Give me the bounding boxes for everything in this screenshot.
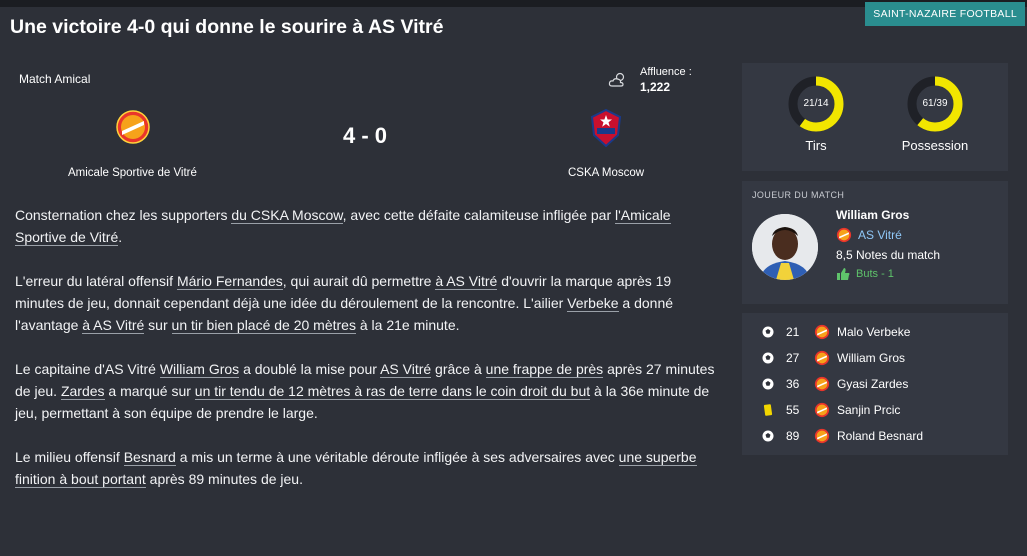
report-text: a doublé la mise pour xyxy=(239,361,381,377)
event-player[interactable]: William Gros xyxy=(837,351,905,365)
club-crest-icon xyxy=(814,428,830,444)
attendance-label: Affluence : xyxy=(640,66,692,78)
report-text: , qui aurait dû permettre xyxy=(282,273,436,289)
report-text: grâce à xyxy=(431,361,486,377)
away-team-crest-icon[interactable] xyxy=(590,109,622,147)
match-report: Consternation chez les supporters du CSK… xyxy=(15,204,715,512)
home-team-crest-icon[interactable] xyxy=(115,109,151,145)
motm-goals: Buts - 1 xyxy=(836,267,894,281)
man-of-the-match-panel[interactable]: JOUEUR DU MATCH William Gros AS Vitré 8,… xyxy=(742,181,1008,304)
source-badge[interactable]: SAINT-NAZAIRE FOOTBALL xyxy=(865,2,1025,26)
article-headline: Une victoire 4-0 qui donne le sourire à … xyxy=(10,16,444,38)
event-row[interactable]: 21 Malo Verbeke xyxy=(742,320,1008,346)
shots-label: Tirs xyxy=(805,138,827,153)
report-link[interactable]: un tir tendu de 12 mètres à ras de terre… xyxy=(194,383,591,400)
event-row[interactable]: 36 Gyasi Zardes xyxy=(742,372,1008,398)
report-link[interactable]: Zardes xyxy=(60,383,105,400)
report-link[interactable]: Verbeke xyxy=(567,295,619,312)
report-text: . xyxy=(118,229,123,245)
club-crest-icon xyxy=(836,227,852,243)
event-minute: 21 xyxy=(786,325,800,339)
match-stats-panel: 21/14 Tirs 61/39 Possession xyxy=(742,63,1008,171)
report-link[interactable]: Besnard xyxy=(123,449,176,466)
final-score: 4 - 0 xyxy=(343,123,388,148)
event-player[interactable]: Malo Verbeke xyxy=(837,325,910,339)
event-row[interactable]: 55 Sanjin Prcic xyxy=(742,398,1008,424)
event-player[interactable]: Roland Besnard xyxy=(837,429,923,443)
yellow-card-icon xyxy=(763,404,773,416)
report-link[interactable]: une frappe de près xyxy=(485,361,604,378)
report-link[interactable]: William Gros xyxy=(159,361,240,378)
report-paragraph-1: Consternation chez les supporters du CSK… xyxy=(15,204,715,248)
match-type-label: Match Amical xyxy=(19,72,91,86)
event-minute: 27 xyxy=(786,351,800,365)
report-link[interactable]: Mário Fernandes xyxy=(176,273,283,290)
motm-club-name[interactable]: AS Vitré xyxy=(858,228,902,242)
home-team-name[interactable]: Amicale Sportive de Vitré xyxy=(68,167,197,179)
motm-rating: 8,5 Notes du match xyxy=(836,248,941,262)
away-team-name[interactable]: CSKA Moscow xyxy=(568,167,644,179)
club-crest-icon xyxy=(814,324,830,340)
motm-header: JOUEUR DU MATCH xyxy=(752,190,845,200)
report-text: Le capitaine d'AS Vitré xyxy=(15,361,160,377)
report-link[interactable]: à AS Vitré xyxy=(82,317,145,334)
report-link[interactable]: à AS Vitré xyxy=(435,273,498,290)
report-link[interactable]: AS Vitré xyxy=(380,361,432,378)
ball-icon xyxy=(762,378,774,390)
report-text: a marqué sur xyxy=(104,383,195,399)
possession-label: Possession xyxy=(901,138,969,153)
ball-icon xyxy=(762,352,774,364)
report-paragraph-3: Le capitaine d'AS Vitré William Gros a d… xyxy=(15,358,715,424)
report-text: a mis un terme à une véritable déroute i… xyxy=(175,449,619,465)
report-link[interactable]: un tir bien placé de 20 mètres xyxy=(171,317,356,334)
ball-icon xyxy=(762,326,774,338)
report-link[interactable]: du CSKA Moscow xyxy=(231,207,343,224)
event-row[interactable]: 27 William Gros xyxy=(742,346,1008,372)
cloud-sun-icon xyxy=(608,72,625,87)
player-avatar xyxy=(752,214,818,280)
report-paragraph-4: Le milieu offensif Besnard a mis un term… xyxy=(15,446,715,490)
event-minute: 55 xyxy=(786,403,800,417)
club-crest-icon xyxy=(814,402,830,418)
motm-club[interactable]: AS Vitré xyxy=(836,227,902,243)
event-player[interactable]: Gyasi Zardes xyxy=(837,377,908,391)
shots-value: 21/14 xyxy=(803,98,829,109)
report-text: Consternation chez les supporters xyxy=(15,207,232,223)
event-minute: 36 xyxy=(786,377,800,391)
report-text: à la 21e minute. xyxy=(355,317,460,333)
report-text: , avec cette défaite calamiteuse infligé… xyxy=(342,207,616,223)
club-crest-icon xyxy=(814,376,830,392)
report-paragraph-2: L'erreur du latéral offensif Mário Ferna… xyxy=(15,270,715,336)
report-text: Le milieu offensif xyxy=(15,449,124,465)
attendance-value: 1,222 xyxy=(640,80,671,94)
match-events-panel: 21 Malo Verbeke 27 William Gros 36 Gyasi… xyxy=(742,313,1008,455)
thumbs-up-icon xyxy=(837,268,850,280)
club-crest-icon xyxy=(814,350,830,366)
event-player[interactable]: Sanjin Prcic xyxy=(837,403,900,417)
motm-goals-text: Buts - 1 xyxy=(856,268,894,280)
event-row[interactable]: 89 Roland Besnard xyxy=(742,424,1008,450)
report-text: sur xyxy=(144,317,172,333)
motm-player-name[interactable]: William Gros xyxy=(836,208,909,222)
report-text: L'erreur du latéral offensif xyxy=(15,273,177,289)
ball-icon xyxy=(762,430,774,442)
report-text: après 89 minutes de jeu. xyxy=(145,471,303,487)
possession-value: 61/39 xyxy=(922,98,948,109)
event-minute: 89 xyxy=(786,429,800,443)
